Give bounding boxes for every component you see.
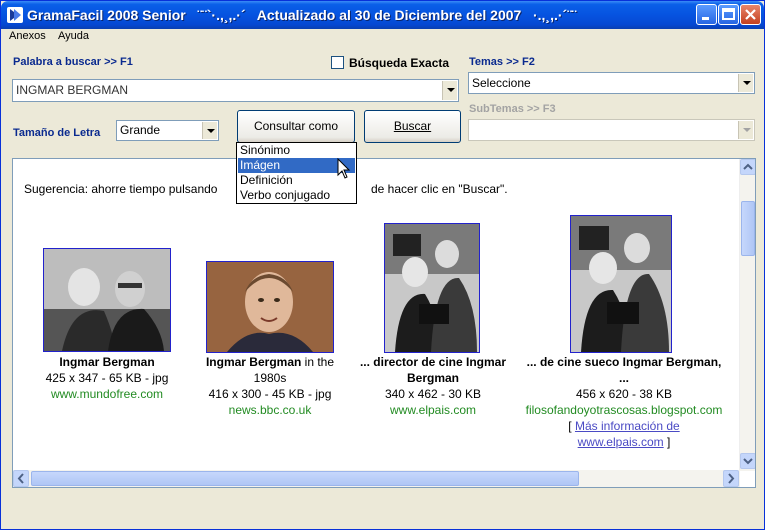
close-button[interactable] [740,4,761,25]
result-thumbnail[interactable] [43,248,171,352]
result-thumbnail[interactable] [206,261,334,353]
minimize-button[interactable] [696,4,717,25]
horizontal-scrollbar[interactable] [13,470,740,487]
result-title-line2: 1980s [253,371,287,385]
more-info: [ Más información de [513,418,735,434]
result-title-line2: ... [618,371,629,385]
chevron-right-icon [728,473,735,484]
result-title-suffix: in the [301,355,335,369]
bracket-close: ] [663,435,671,449]
vertical-scrollbar[interactable] [739,159,755,471]
result-title: Ingmar [466,355,507,369]
exact-search-label: Búsqueda Exacta [349,56,450,70]
result-title: Ingmar Bergman [205,355,302,369]
result-source[interactable]: www.mundofree.com [31,386,183,402]
result-caption: ... de cine sueco Ingmar Bergman, [513,354,735,370]
scroll-up-button[interactable] [740,159,755,175]
consult-as-button[interactable]: Consultar como [237,110,355,143]
vertical-scroll-thumb[interactable] [741,201,755,256]
close-icon [745,9,756,20]
search-label: Palabra a buscar >> F1 [13,56,133,68]
bracket-open: [ [568,419,575,433]
menu-option-synonym[interactable]: Sinónimo [238,143,355,158]
result-thumbnail[interactable] [384,223,480,353]
horizontal-scroll-thumb[interactable] [31,471,579,486]
topics-label: Temas >> F2 [469,56,535,68]
chevron-up-icon [743,163,753,170]
tip-end: de hacer clic en "Buscar". [371,182,508,196]
result-meta: 416 x 300 - 45 KB - jpg [208,387,332,401]
more-info-line2: www.elpais.com ] [513,434,735,450]
result-caption: Ingmar Bergman [31,354,183,370]
result-source[interactable]: filosofandoyotrascosas.blogspot.com [513,402,735,418]
search-input[interactable]: INGMAR BERGMAN [16,83,128,97]
maximize-icon [722,8,735,20]
font-size-select[interactable]: Grande [116,120,219,141]
window-title: GramaFacil 2008 Senior ¨¨`·.,¸,.·´ Actua… [27,7,577,23]
result-source[interactable]: news.bbc.co.uk [193,402,347,418]
result-source[interactable]: www.elpais.com [351,402,515,418]
photo-image [44,249,170,351]
font-size-label: Tamaño de Letra [13,127,101,139]
result-title-prefix: ... director de cine [359,355,466,369]
exact-search-checkbox[interactable] [331,56,344,69]
chevron-down-icon[interactable] [202,122,217,139]
more-info-link-url[interactable]: www.elpais.com [578,435,664,449]
chevron-down-icon [743,458,753,465]
scroll-left-button[interactable] [13,470,29,487]
scroll-right-button[interactable] [723,470,739,487]
photo-image [385,224,479,352]
result-meta: 425 x 347 - 65 KB - jpg [45,371,169,385]
app-icon [7,7,23,23]
result-meta: 456 x 620 - 38 KB [575,387,673,401]
subtopics-label: SubTemas >> F3 [469,103,556,115]
topics-value: Seleccione [472,76,531,90]
menu-ayuda[interactable]: Ayuda [58,30,89,42]
result-caption: ... director de cine Ingmar [351,354,515,370]
chevron-down-icon[interactable] [442,81,457,100]
result-caption: Ingmar Bergman in the [193,354,347,370]
tip-start: Sugerencia: ahorre tiempo pulsando [24,182,218,196]
result-title-suffix: , [718,355,722,369]
result-meta: 340 x 462 - 30 KB [384,387,482,401]
menu-option-verb[interactable]: Verbo conjugado [238,188,355,203]
maximize-button[interactable] [718,4,739,25]
search-combo[interactable]: INGMAR BERGMAN [12,79,459,102]
chevron-down-icon [738,121,753,139]
search-button-label: Buscar [393,119,432,133]
result-title: Ingmar Bergman [59,355,155,369]
minimize-icon [702,17,709,20]
mouse-cursor-icon [337,158,351,179]
search-button[interactable]: Buscar [364,110,461,143]
menu-bar: Anexos Ayuda [1,29,764,47]
chevron-left-icon [17,473,24,484]
menu-anexos[interactable]: Anexos [9,30,46,42]
title-bar[interactable]: GramaFacil 2008 Senior ¨¨`·.,¸,.·´ Actua… [1,1,764,29]
result-title-prefix: ... de cine sueco [526,355,623,369]
app-window: GramaFacil 2008 Senior ¨¨`·.,¸,.·´ Actua… [0,0,765,530]
result-title-line2: Bergman [406,371,459,385]
scroll-down-button[interactable] [740,453,755,469]
results-panel: Sugerencia: ahorre tiempo pulsando de ha… [12,158,756,488]
chevron-down-icon[interactable] [738,74,753,92]
subtopics-select[interactable] [468,119,755,141]
result-title: Ingmar Bergman [622,355,719,369]
result-thumbnail[interactable] [570,215,672,353]
photo-image [571,216,671,352]
topics-select[interactable]: Seleccione [468,72,755,94]
font-size-value: Grande [120,123,161,137]
more-info-link[interactable]: Más información de [575,419,680,433]
photo-image [207,262,333,352]
status-bar [1,493,764,529]
